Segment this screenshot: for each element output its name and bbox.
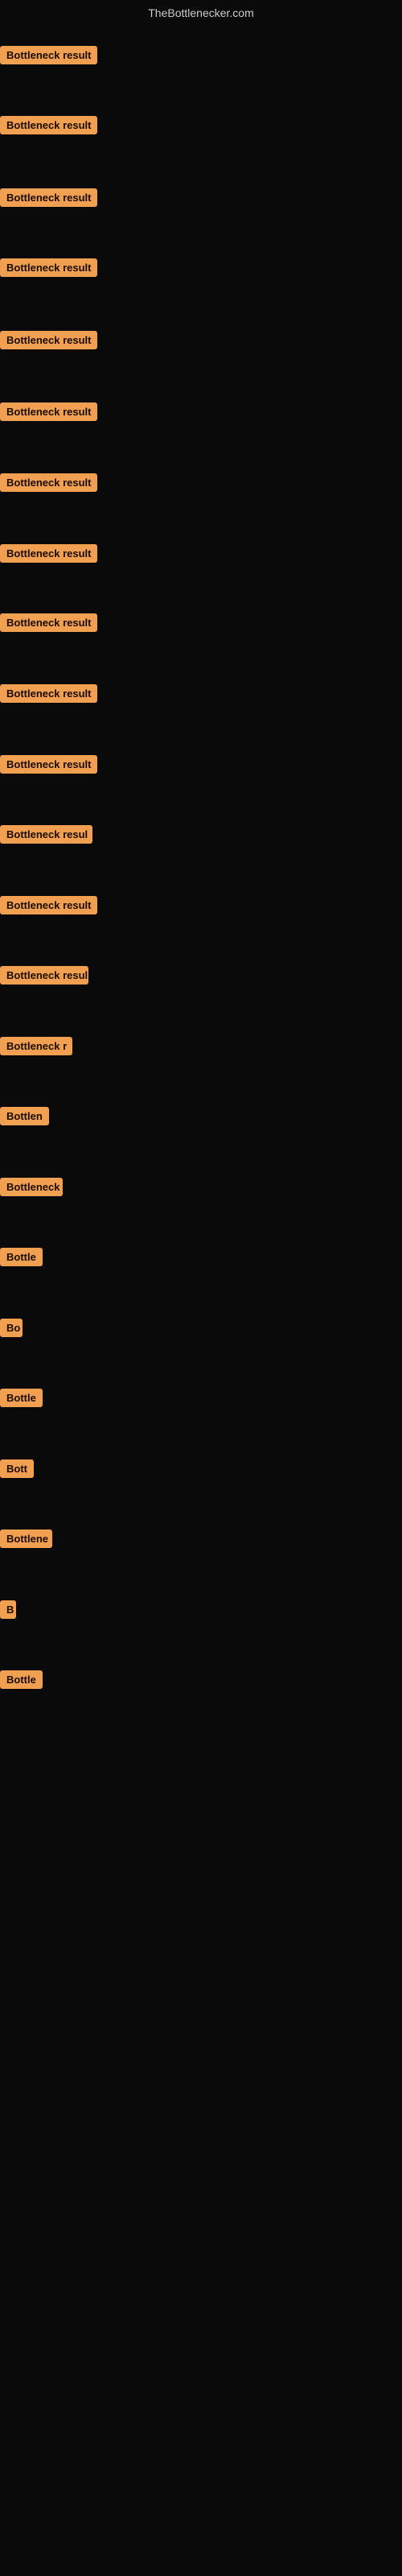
bottleneck-badge-14[interactable]: Bottleneck resul — [0, 966, 88, 985]
bottleneck-badge-8[interactable]: Bottleneck result — [0, 544, 97, 563]
bottleneck-badge-3[interactable]: Bottleneck result — [0, 188, 97, 207]
bottleneck-badge-17[interactable]: Bottleneck — [0, 1178, 63, 1196]
bottleneck-badge-4[interactable]: Bottleneck result — [0, 258, 97, 277]
bottleneck-badge-6[interactable]: Bottleneck result — [0, 402, 97, 421]
bottleneck-badge-7[interactable]: Bottleneck result — [0, 473, 97, 492]
bottleneck-badge-1[interactable]: Bottleneck result — [0, 46, 97, 64]
bottleneck-badge-21[interactable]: Bott — [0, 1459, 34, 1478]
bottleneck-badge-24[interactable]: Bottle — [0, 1670, 43, 1689]
site-title: TheBottlenecker.com — [0, 6, 402, 19]
bottleneck-badge-9[interactable]: Bottleneck result — [0, 613, 97, 632]
bottleneck-badge-15[interactable]: Bottleneck r — [0, 1037, 72, 1055]
bottleneck-badge-10[interactable]: Bottleneck result — [0, 684, 97, 703]
bottleneck-badge-5[interactable]: Bottleneck result — [0, 331, 97, 349]
bottleneck-badge-18[interactable]: Bottle — [0, 1248, 43, 1266]
bottleneck-badge-12[interactable]: Bottleneck resul — [0, 825, 92, 844]
bottleneck-badge-19[interactable]: Bo — [0, 1319, 23, 1337]
bottleneck-badge-22[interactable]: Bottlene — [0, 1530, 52, 1548]
bottleneck-badge-20[interactable]: Bottle — [0, 1389, 43, 1407]
bottleneck-badge-13[interactable]: Bottleneck result — [0, 896, 97, 914]
bottleneck-badge-2[interactable]: Bottleneck result — [0, 116, 97, 134]
bottleneck-badge-23[interactable]: B — [0, 1600, 16, 1619]
bottleneck-badge-16[interactable]: Bottlen — [0, 1107, 49, 1125]
bottleneck-badge-11[interactable]: Bottleneck result — [0, 755, 97, 774]
